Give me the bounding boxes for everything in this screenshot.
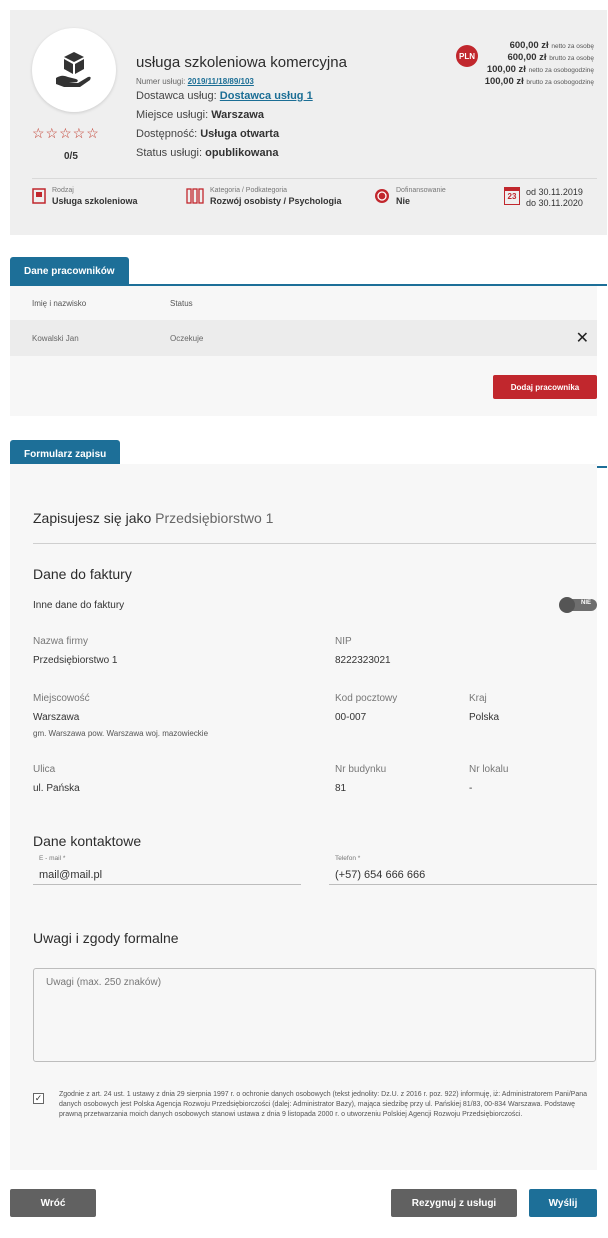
nip-label: NIP <box>335 636 352 647</box>
signing-as-firm: Przedsiębiorstwo 1 <box>155 510 274 526</box>
price-item: 100,00 zł brutto za osobogodzinę <box>484 76 594 87</box>
phone-label: Telefon * <box>335 855 361 862</box>
euro-coin-icon <box>375 189 389 203</box>
status-value: opublikowana <box>205 147 279 159</box>
availability-value: Usługa otwarta <box>200 128 280 140</box>
rating-value: 0/5 <box>64 151 78 162</box>
send-button[interactable]: Wyślij <box>529 1189 597 1217</box>
remove-employee-icon[interactable]: ✕ <box>576 328 589 348</box>
price-item: 600,00 zł netto za osobę <box>509 40 594 51</box>
tab-employees[interactable]: Dane pracowników <box>10 257 129 285</box>
col-header-status: Status <box>170 299 193 308</box>
employee-status: Oczekuje <box>170 334 204 343</box>
funding-value: Nie <box>396 196 411 206</box>
email-label: E - mail * <box>39 855 66 862</box>
type-info: Rodzaj Usługa szkoleniowa <box>32 187 138 206</box>
invoice-heading: Dane do faktury <box>33 566 132 582</box>
remarks-textarea[interactable]: Uwagi (max. 250 znaków) <box>33 968 596 1062</box>
email-field[interactable]: E - mail * mail@mail.pl <box>33 853 301 885</box>
availability-line: Dostępność: Usługa otwarta <box>136 128 279 140</box>
city-label: Miejscowość <box>33 693 90 704</box>
street-label: Ulica <box>33 764 56 775</box>
availability-label: Dostępność: <box>136 128 198 140</box>
building-value: 81 <box>335 783 347 794</box>
place-label: Miejsce usługi: <box>136 109 209 121</box>
resign-button[interactable]: Rezygnuj z usługi <box>391 1189 517 1217</box>
category-label: Kategoria / Podkategoria <box>210 187 288 194</box>
service-card: ☆☆☆☆☆ 0/5 usługa szkoleniowa komercyjna … <box>10 10 607 235</box>
place-value: Warszawa <box>211 109 264 121</box>
add-employee-button[interactable]: Dodaj pracownika <box>493 375 597 399</box>
price-list: 600,00 zł netto za osobę 600,00 zł brutt… <box>485 40 594 88</box>
funding-label: Dofinansowanie <box>396 187 446 194</box>
company-value: Przedsiębiorstwo 1 <box>33 655 118 666</box>
consent-checkbox[interactable]: ✓ <box>33 1093 44 1104</box>
provider-line: Dostawca usług: Dostawca usług 1 <box>136 90 313 102</box>
status-label: Status usługi: <box>136 147 203 159</box>
contact-heading: Dane kontaktowe <box>33 833 142 849</box>
country-label: Kraj <box>469 693 487 704</box>
country-value: Polska <box>469 712 500 723</box>
city-subtext: gm. Warszawa pow. Warszawa woj. mazowiec… <box>33 729 209 738</box>
type-label: Rodzaj <box>52 187 74 194</box>
unit-label: Nr lokalu <box>469 764 509 775</box>
signing-as-label: Zapisujesz się jako <box>33 510 152 526</box>
nip-value: 8222323021 <box>335 655 391 666</box>
provider-link[interactable]: Dostawca usług 1 <box>220 90 313 102</box>
date-to: do 30.11.2020 <box>526 198 583 208</box>
date-from: od 30.11.2019 <box>526 187 583 197</box>
service-avatar <box>32 28 116 112</box>
postal-value: 00-007 <box>335 712 367 723</box>
service-title: usługa szkoleniowa komercyjna <box>136 54 347 71</box>
price-item: 600,00 zł brutto za osobę <box>507 52 594 63</box>
company-label: Nazwa firmy <box>33 636 89 647</box>
table-row: Kowalski Jan Oczekuje ✕ <box>10 320 597 356</box>
other-invoice-label: Inne dane do faktury <box>33 600 125 611</box>
status-line: Status usługi: opublikowana <box>136 147 278 159</box>
divider <box>33 543 596 544</box>
service-categories: Rodzaj Usługa szkoleniowa Kategoria / Pod… <box>32 178 597 222</box>
email-value: mail@mail.pl <box>39 869 103 881</box>
other-invoice-toggle[interactable]: NIE <box>559 597 597 613</box>
place-line: Miejsce usługi: Warszawa <box>136 109 264 121</box>
consent-text: Zgodnie z art. 24 ust. 1 ustawy z dnia 2… <box>59 1091 588 1118</box>
unit-value: - <box>469 783 473 794</box>
provider-label: Dostawca usług: <box>136 90 217 102</box>
service-number-link[interactable]: 2019/11/18/89/103 <box>188 77 254 86</box>
document-icon <box>32 188 46 204</box>
employee-name: Kowalski Jan <box>32 334 79 343</box>
city-value: Warszawa <box>33 712 80 723</box>
category-value: Rozwój osobisty / Psychologia <box>210 196 342 206</box>
phone-field[interactable]: Telefon * (+57) 654 666 666 <box>329 853 597 885</box>
postal-label: Kod pocztowy <box>335 693 398 704</box>
building-label: Nr budynku <box>335 764 387 775</box>
service-number: Numer usługi: 2019/11/18/89/103 <box>136 77 254 86</box>
calendar-icon: 23 <box>504 187 520 205</box>
funding-info: Dofinansowanie Nie <box>374 187 446 206</box>
books-icon <box>186 188 204 204</box>
phone-value: (+57) 654 666 666 <box>335 869 426 881</box>
hand-box-icon <box>56 52 91 87</box>
currency-badge: PLN <box>456 45 478 67</box>
toggle-text: NIE <box>580 600 591 606</box>
col-header-name: Imię i nazwisko <box>32 299 87 308</box>
back-button[interactable]: Wróć <box>10 1189 96 1217</box>
category-info: Kategoria / Podkategoria Rozwój osobisty … <box>186 187 342 206</box>
type-value: Usługa szkoleniowa <box>52 196 138 206</box>
signing-as-heading: Zapisujesz się jako Przedsiębiorstwo 1 <box>33 510 273 526</box>
remarks-heading: Uwagi i zgody formalne <box>33 930 179 946</box>
price-item: 100,00 zł netto za osobogodzinę <box>486 64 594 75</box>
dates-info: 23 od 30.11.2019 do 30.11.2020 <box>504 187 583 209</box>
rating-stars[interactable]: ☆☆☆☆☆ <box>32 125 100 142</box>
service-number-label: Numer usługi <box>136 77 184 86</box>
street-value: ul. Pańska <box>33 783 80 794</box>
toggle-knob <box>559 597 575 613</box>
